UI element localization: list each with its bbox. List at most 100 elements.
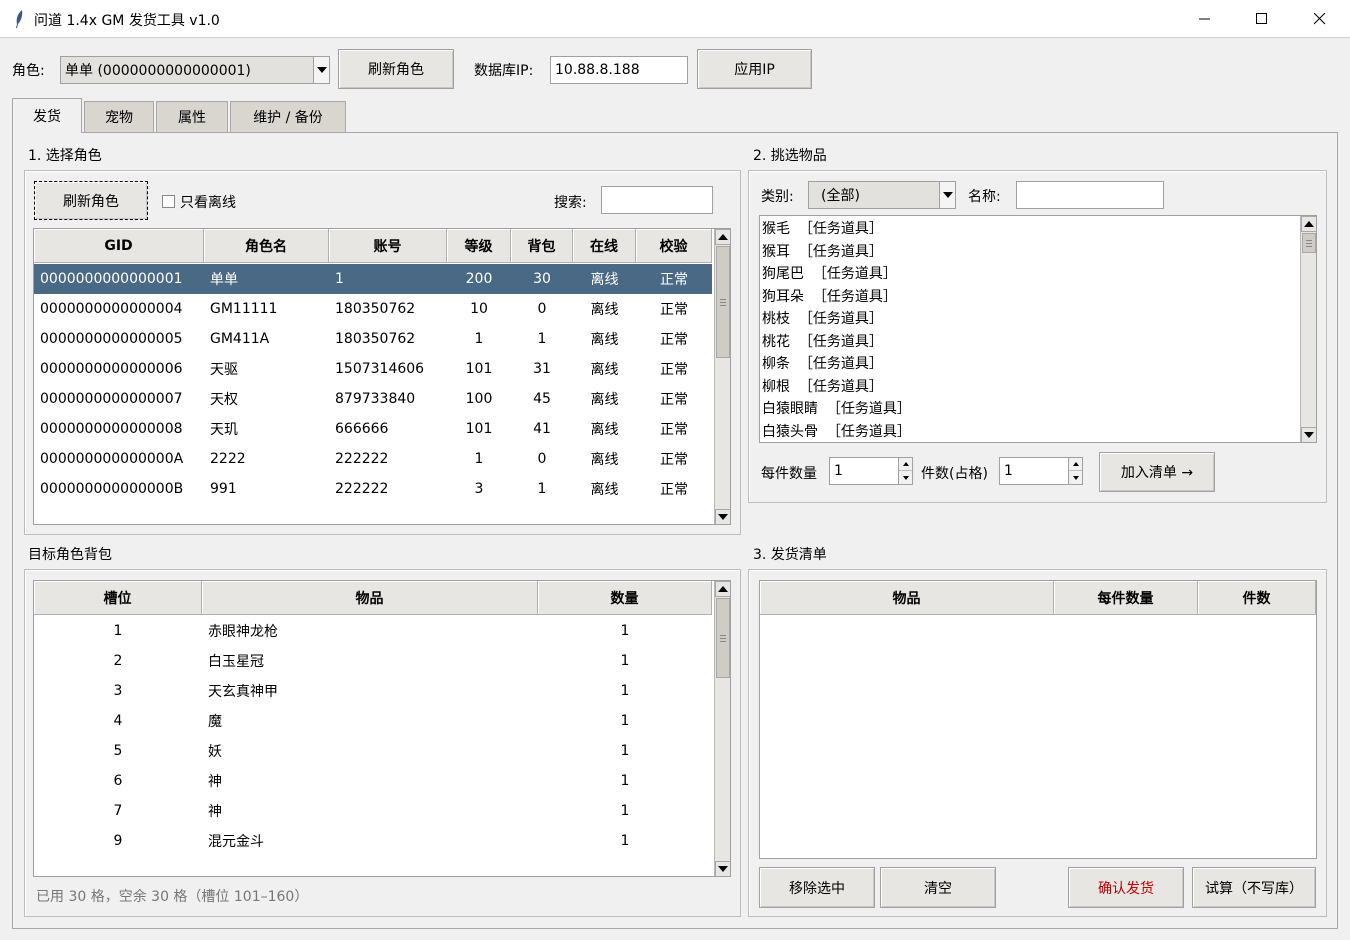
- scroll-up-button[interactable]: [715, 581, 730, 597]
- count-spinbox[interactable]: 1: [999, 457, 1083, 485]
- col-level[interactable]: 等级: [447, 229, 511, 263]
- scroll-thumb[interactable]: [716, 598, 730, 678]
- clear-button[interactable]: 清空: [880, 867, 996, 908]
- list-item[interactable]: 猴耳 ［任务道具］: [762, 240, 883, 262]
- db-ip-input[interactable]: 10.88.8.188: [550, 56, 688, 84]
- search-input[interactable]: [601, 186, 713, 214]
- spin-down-icon[interactable]: [899, 471, 912, 484]
- col-slot[interactable]: 槽位: [34, 581, 202, 615]
- table-cell: 正常: [660, 422, 688, 438]
- per-qty-spinbox[interactable]: 1: [829, 457, 913, 485]
- col-verify[interactable]: 校验: [636, 229, 712, 263]
- category-select[interactable]: (全部): [808, 181, 956, 209]
- ship-list-table[interactable]: 物品 每件数量 件数: [759, 580, 1317, 859]
- offline-only-checkbox[interactable]: [162, 195, 175, 208]
- table-cell: 6: [113, 773, 123, 789]
- spin-up-icon[interactable]: [899, 458, 912, 471]
- spin-up-icon[interactable]: [1069, 458, 1082, 471]
- scroll-thumb[interactable]: [716, 246, 730, 358]
- trial-run-button[interactable]: 试算（不写库）: [1192, 867, 1316, 908]
- ship-list-group-label: 3. 发货清单: [753, 544, 827, 564]
- tab-pet[interactable]: 宠物: [84, 101, 154, 132]
- top-refresh-role-button[interactable]: 刷新角色: [338, 49, 454, 89]
- list-item[interactable]: 桃花 ［任务道具］: [762, 330, 883, 352]
- remove-selected-button[interactable]: 移除选中: [759, 867, 875, 908]
- scroll-up-button[interactable]: [715, 229, 730, 245]
- list-item[interactable]: 桃枝 ［任务道具］: [762, 307, 883, 329]
- list-item[interactable]: 猴毛 ［任务道具］: [762, 217, 883, 239]
- scroll-down-button[interactable]: [715, 509, 730, 524]
- role-select-arrow[interactable]: [313, 57, 329, 83]
- role-label: 角色:: [12, 63, 45, 79]
- col-ship-per-qty[interactable]: 每件数量: [1054, 581, 1198, 615]
- col-ship-count[interactable]: 件数: [1198, 581, 1316, 615]
- apply-ip-button[interactable]: 应用IP: [697, 49, 812, 89]
- bag-table-scrollbar[interactable]: [714, 581, 730, 876]
- table-cell: 0: [537, 301, 547, 317]
- role-table-scrollbar[interactable]: [714, 229, 730, 524]
- list-item[interactable]: 狗耳朵 ［任务道具］: [762, 285, 897, 307]
- col-ship-item[interactable]: 物品: [760, 581, 1054, 615]
- table-row[interactable]: 9 混元金斗 1: [34, 826, 712, 856]
- close-button[interactable]: [1291, 0, 1349, 38]
- list-item[interactable]: 白猿头骨 ［任务道具］: [762, 420, 911, 442]
- table-cell: 正常: [660, 482, 688, 498]
- scroll-down-button[interactable]: [1301, 427, 1316, 442]
- table-cell: 41: [533, 421, 551, 437]
- category-select-arrow[interactable]: [939, 182, 955, 208]
- col-bag[interactable]: 背包: [511, 229, 573, 263]
- table-cell: 180350762: [335, 331, 416, 347]
- list-item[interactable]: 狗尾巴 ［任务道具］: [762, 262, 897, 284]
- scroll-down-button[interactable]: [715, 861, 730, 876]
- table-row[interactable]: 0000000000000004 GM11111 180350762 10 0 离线 正常: [34, 294, 712, 324]
- list-item[interactable]: 柳根 ［任务道具］: [762, 375, 883, 397]
- table-row[interactable]: 4 魔 1: [34, 706, 712, 736]
- scroll-up-button[interactable]: [1301, 216, 1316, 232]
- scroll-thumb[interactable]: [1302, 233, 1316, 253]
- table-cell: 离线: [590, 452, 619, 468]
- col-item[interactable]: 物品: [202, 581, 538, 615]
- table-row[interactable]: 7 神 1: [34, 796, 712, 826]
- tab-ship[interactable]: 发货: [12, 98, 82, 133]
- list-item[interactable]: 柳条 ［任务道具］: [762, 352, 883, 374]
- col-role-name[interactable]: 角色名: [204, 229, 329, 263]
- table-cell: 神: [208, 774, 222, 790]
- table-row[interactable]: 0000000000000008 天玑 666666 101 41 离线 正常: [34, 414, 712, 444]
- table-row[interactable]: 0000000000000006 天驱 1507314606 101 31 离线 正常: [34, 354, 712, 384]
- table-row[interactable]: 5 妖 1: [34, 736, 712, 766]
- maximize-icon: [1256, 13, 1267, 24]
- add-to-list-button[interactable]: 加入清单 →: [1099, 452, 1215, 492]
- confirm-ship-button[interactable]: 确认发货: [1068, 867, 1184, 908]
- minimize-button[interactable]: [1176, 0, 1234, 38]
- col-qty[interactable]: 数量: [538, 581, 712, 615]
- role-table-header: GID 角色名 账号 等级 背包 在线 校验: [34, 229, 712, 263]
- table-row[interactable]: 0000000000000007 天权 879733840 100 45 离线 正常: [34, 384, 712, 414]
- tab-attributes[interactable]: 属性: [156, 101, 228, 132]
- table-row[interactable]: 000000000000000B 991 222222 3 1 离线 正常: [34, 474, 712, 504]
- table-row[interactable]: 0000000000000001 单单 1 200 30 离线 正常: [34, 264, 712, 294]
- maximize-button[interactable]: [1233, 0, 1291, 38]
- table-row[interactable]: 0000000000000005 GM411A 180350762 1 1 离线 正常: [34, 324, 712, 354]
- table-row[interactable]: 2 白玉星冠 1: [34, 646, 712, 676]
- tab-maintenance[interactable]: 维护 / 备份: [230, 101, 346, 132]
- item-listbox[interactable]: 猴毛 ［任务道具］ 猴耳 ［任务道具］ 狗尾巴 ［任务道具］ 狗耳朵 ［任务道具］ 桃枝…: [759, 215, 1317, 443]
- role-select[interactable]: 单单 (0000000000000001): [60, 56, 330, 84]
- list-item[interactable]: 白猿眼睛 ［任务道具］: [762, 397, 911, 419]
- name-input[interactable]: [1016, 181, 1164, 209]
- table-row[interactable]: 000000000000000A 2222 222222 1 0 离线 正常: [34, 444, 712, 474]
- table-cell: 离线: [590, 272, 619, 288]
- col-account[interactable]: 账号: [329, 229, 447, 263]
- role-select-value: 单单 (0000000000000001): [65, 63, 251, 79]
- table-cell: 0000000000000006: [40, 361, 183, 377]
- spin-down-icon[interactable]: [1069, 471, 1082, 484]
- table-cell: 离线: [590, 332, 619, 348]
- table-cell: 3: [113, 683, 123, 699]
- table-row[interactable]: 1 赤眼神龙枪 1: [34, 616, 712, 646]
- refresh-role-button[interactable]: 刷新角色: [34, 181, 148, 220]
- table-row[interactable]: 6 神 1: [34, 766, 712, 796]
- table-cell: 000000000000000A: [40, 451, 184, 467]
- item-list-scrollbar[interactable]: [1300, 216, 1316, 442]
- table-row[interactable]: 3 天玄真神甲 1: [34, 676, 712, 706]
- col-gid[interactable]: GID: [34, 229, 204, 263]
- col-online[interactable]: 在线: [573, 229, 636, 263]
